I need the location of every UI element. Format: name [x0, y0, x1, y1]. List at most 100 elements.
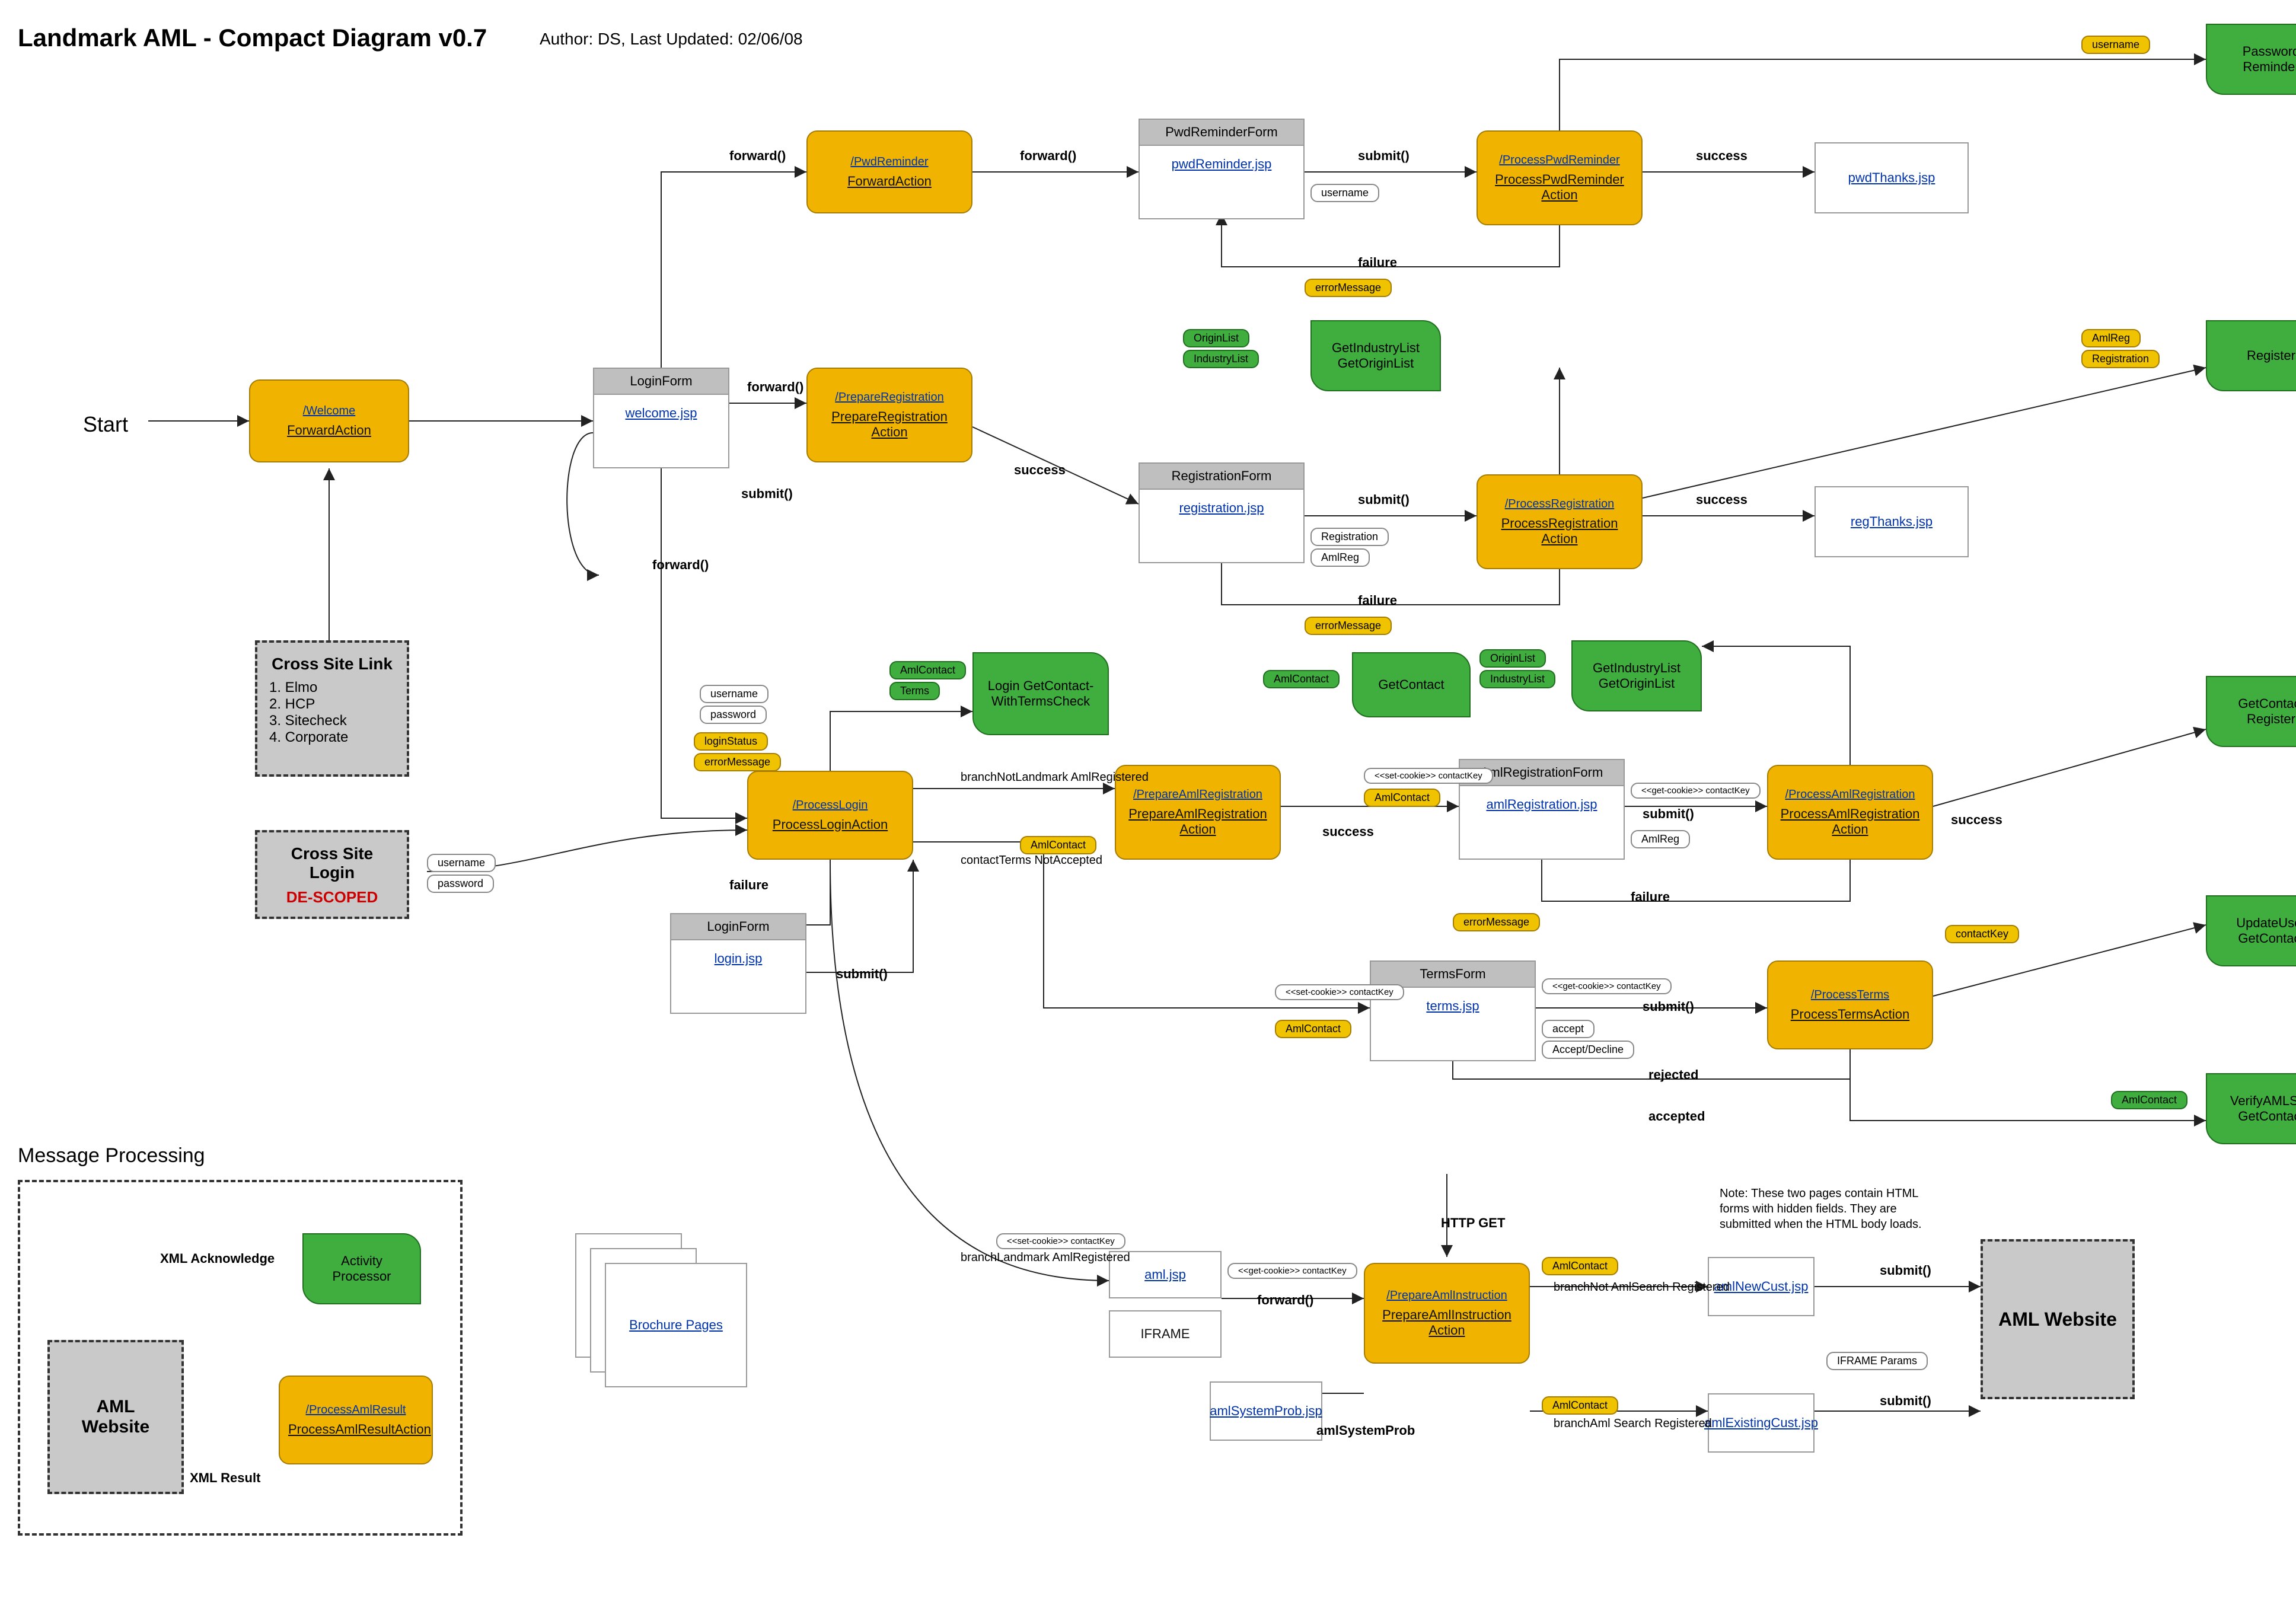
tag-accept: accept: [1542, 1020, 1595, 1038]
action-name: PrepareAmlRegistration Action: [1124, 806, 1271, 837]
action-path: /Welcome: [259, 404, 400, 418]
tag-amlcontact: AmlContact: [1364, 789, 1440, 807]
box-title: Cross Site Login: [269, 844, 395, 882]
item: 2. HCP: [269, 696, 395, 713]
tag-amlreg: AmlReg: [1631, 830, 1690, 848]
box-title: AML Website: [1998, 1309, 2117, 1330]
tag-get-cookie: <<get-cookie>> contactKey: [1631, 783, 1761, 799]
edge-submit: submit(): [1358, 492, 1410, 508]
tag-amlcontact: AmlContact: [1020, 836, 1096, 854]
tag-password: password: [700, 706, 767, 724]
action-prep-reg: /PrepareRegistration PrepareRegistration…: [806, 368, 972, 462]
form-page: welcome.jsp: [594, 395, 728, 432]
tag-username: username: [700, 685, 768, 703]
edge-forward: forward(): [747, 379, 803, 395]
edge-branch-not-aml-search: branchNot AmlSearch Registered: [1554, 1281, 1648, 1294]
page-reg-thanks: regThanks.jsp: [1815, 486, 1969, 557]
action-name: ProcessTermsAction: [1777, 1007, 1924, 1022]
service-update-user: UpdateUser GetContact: [2206, 895, 2296, 966]
action-path: /ProcessLogin: [757, 799, 904, 812]
tag-industrylist: IndustryList: [1479, 670, 1555, 688]
tag-get-cookie: <<get-cookie>> contactKey: [1227, 1263, 1357, 1279]
action-name: ProcessRegistration Action: [1486, 516, 1633, 547]
diagram-author: Author: DS, Last Updated: 02/06/08: [540, 30, 803, 49]
box-aml-website-left: AML Website: [47, 1340, 184, 1494]
edge-rejected: rejected: [1648, 1067, 1698, 1083]
tag-password: password: [427, 875, 494, 893]
form-registration: RegistrationForm registration.jsp: [1139, 462, 1305, 563]
form-terms: TermsForm terms.jsp: [1370, 960, 1536, 1061]
action-name: ForwardAction: [816, 174, 963, 189]
action-name: ProcessAmlRegistration Action: [1777, 806, 1924, 837]
form-title: RegistrationForm: [1140, 464, 1303, 490]
edge-success: success: [1951, 812, 2002, 828]
edge-xml-result: XML Result: [190, 1470, 260, 1486]
action-proc-reg: /ProcessRegistration ProcessRegistration…: [1477, 474, 1643, 569]
action-proc-pwd-reminder: /ProcessPwdReminder ProcessPwdReminder A…: [1477, 130, 1643, 225]
action-name: ProcessAmlResultAction: [288, 1422, 423, 1437]
edge-submit: submit(): [741, 486, 793, 502]
action-process-login: /ProcessLogin ProcessLoginAction: [747, 771, 913, 860]
tag-get-cookie: <<get-cookie>> contactKey: [1542, 978, 1672, 994]
form-page: registration.jsp: [1140, 490, 1303, 526]
page-brochure: Brochure Pages: [605, 1263, 747, 1387]
tag-amlcontact: AmlContact: [889, 661, 966, 679]
form-login2: LoginForm login.jsp: [670, 913, 806, 1014]
edge-branch-aml-search: branchAml Search Registered: [1554, 1417, 1648, 1431]
box-title: Cross Site Link: [269, 655, 395, 674]
tag-username: username: [427, 854, 496, 872]
service-get-contact-register: GetContact Register: [2206, 676, 2296, 747]
item: 4. Corporate: [269, 729, 395, 746]
tag-accept-decline: Accept/Decline: [1542, 1041, 1634, 1059]
service-password-reminder: Password Reminder: [2206, 24, 2296, 95]
action-name: PrepareRegistration Action: [816, 409, 963, 440]
edge-submit: submit(): [1643, 999, 1694, 1014]
action-path: /ProcessAmlRegistration: [1777, 788, 1924, 802]
action-path: /PrepareAmlInstruction: [1373, 1289, 1520, 1303]
edge-forward: forward(): [729, 148, 786, 164]
action-path: /PrepareAmlRegistration: [1124, 788, 1271, 802]
page-aml-existing-cust: amlExistingCust.jsp: [1708, 1393, 1815, 1453]
action-pwd-reminder: /PwdReminder ForwardAction: [806, 130, 972, 213]
tag-amlcontact: AmlContact: [1275, 1020, 1351, 1038]
tag-errormessage: errorMessage: [1305, 617, 1392, 635]
box-title: AML Website: [62, 1397, 170, 1437]
box-cross-site-link: Cross Site Link 1. Elmo 2. HCP 3. Sitech…: [255, 640, 409, 777]
action-path: /ProcessAmlResult: [288, 1403, 423, 1417]
tag-terms: Terms: [889, 682, 940, 700]
action-name: ProcessLoginAction: [757, 817, 904, 832]
edge-aml-system-prob: amlSystemProb: [1316, 1423, 1415, 1438]
action-proc-aml-reg: /ProcessAmlRegistration ProcessAmlRegist…: [1767, 765, 1933, 860]
edge-forward: forward(): [1257, 1293, 1313, 1308]
tag-amlreg: AmlReg: [2081, 329, 2141, 347]
action-proc-terms: /ProcessTerms ProcessTermsAction: [1767, 960, 1933, 1049]
edge-success: success: [1696, 148, 1747, 164]
form-pwd-reminder: PwdReminderForm pwdReminder.jsp: [1139, 119, 1305, 219]
box-cross-site-login: Cross Site Login DE-SCOPED: [255, 830, 409, 919]
edge-accepted: accepted: [1648, 1109, 1705, 1124]
form-title: PwdReminderForm: [1140, 120, 1303, 146]
tag-errormessage: errorMessage: [694, 753, 781, 771]
edge-submit: submit(): [836, 966, 888, 982]
action-name: PrepareAmlInstruction Action: [1373, 1307, 1520, 1338]
action-name: ProcessPwdReminder Action: [1486, 172, 1633, 203]
page-pwd-thanks: pwdThanks.jsp: [1815, 142, 1969, 213]
service-verify-aml-site: VerifyAMLSite GetContact: [2206, 1073, 2296, 1144]
action-proc-aml-result: /ProcessAmlResult ProcessAmlResultAction: [279, 1376, 433, 1464]
edge-forward: forward(): [1020, 148, 1076, 164]
start-label: Start: [83, 412, 128, 437]
tag-amlcontact: AmlContact: [2111, 1091, 2187, 1109]
note-text: Note: These two pages contain HTML forms…: [1720, 1186, 1939, 1232]
service-get-industry-origin-2: GetIndustryList GetOriginList: [1571, 640, 1702, 711]
tag-loginstatus: loginStatus: [694, 732, 768, 751]
box-aml-website-right: AML Website: [1981, 1239, 2135, 1399]
edge-success: success: [1696, 492, 1747, 508]
edge-submit: submit(): [1880, 1393, 1931, 1409]
edge-failure: failure: [1631, 889, 1670, 905]
edge-failure: failure: [1358, 593, 1397, 608]
edge-xml-ack: XML Acknowledge: [160, 1251, 275, 1266]
edge-failure: failure: [729, 877, 768, 893]
tag-iframe-params: IFRAME Params: [1826, 1352, 1928, 1370]
tag-set-cookie: <<set-cookie>> contactKey: [996, 1233, 1125, 1249]
edge-submit: submit(): [1880, 1263, 1931, 1278]
